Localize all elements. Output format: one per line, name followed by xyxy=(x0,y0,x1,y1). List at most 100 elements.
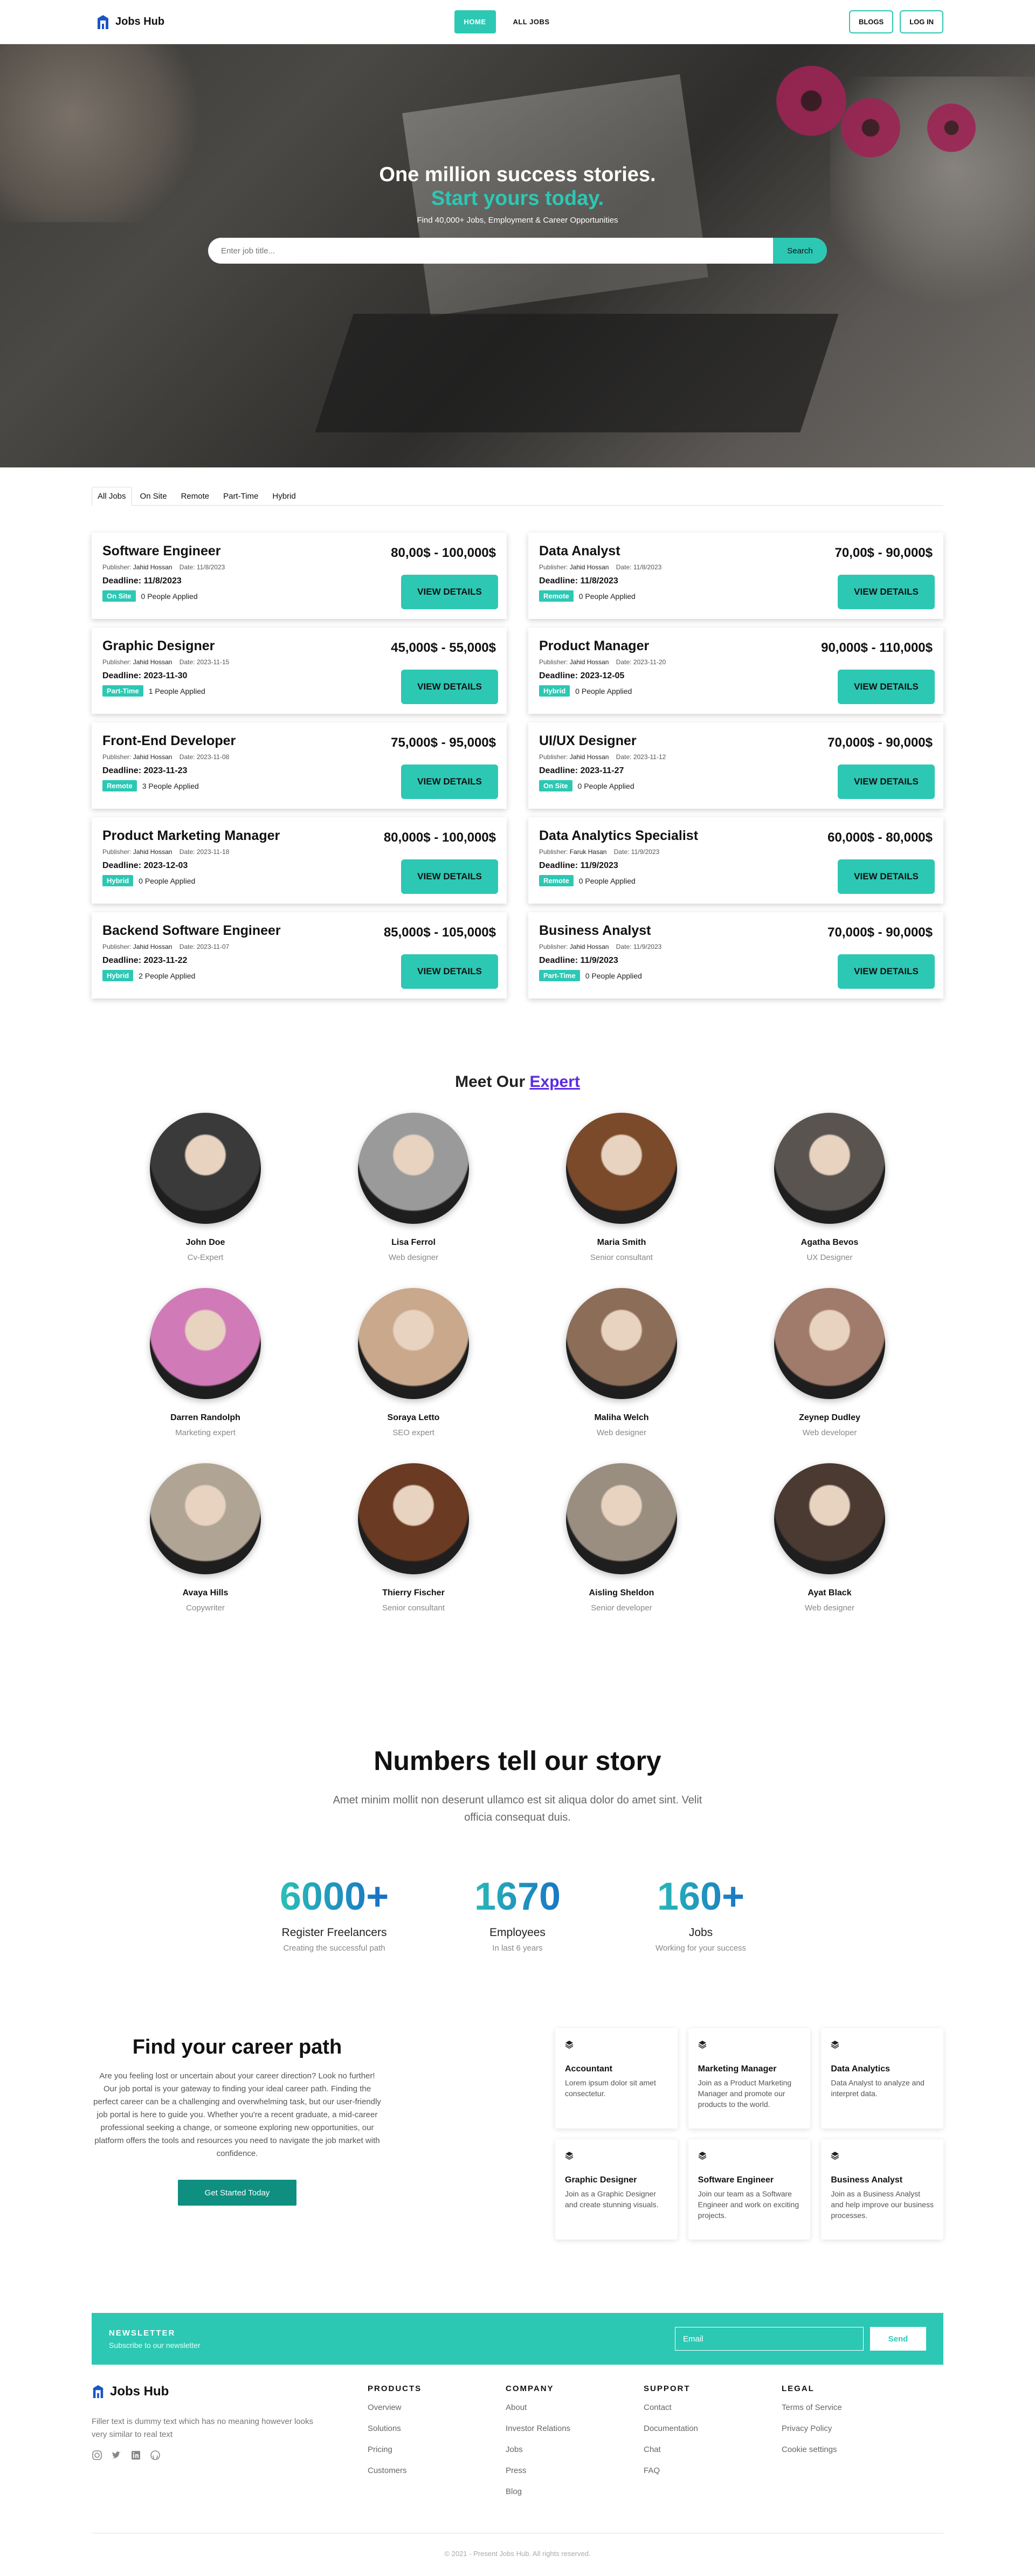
date-label: Date: xyxy=(616,943,632,950)
publisher-name: Jahid Hossan xyxy=(133,658,172,666)
footer-link[interactable]: Jobs xyxy=(506,2445,644,2454)
brand-logo[interactable]: Jobs Hub xyxy=(96,14,164,30)
salary-range: 80,00$ - 100,000$ xyxy=(391,546,496,560)
footer-link[interactable]: Cookie settings xyxy=(782,2445,920,2454)
experts-heading-prefix: Meet Our xyxy=(455,1073,526,1091)
nav-all-jobs-link[interactable]: ALL JOBS xyxy=(503,10,560,33)
expert-role: Senior developer xyxy=(591,1603,652,1613)
publisher-label: Publisher: xyxy=(102,658,132,666)
career-card-text: Join our team as a Software Engineer and… xyxy=(698,2189,799,2220)
footer-link[interactable]: Privacy Policy xyxy=(782,2424,920,2433)
publisher-name: Jahid Hossan xyxy=(133,753,172,761)
newsletter-email-input[interactable] xyxy=(675,2327,864,2351)
expert-avatar[interactable] xyxy=(774,1463,885,1574)
applied-number: 0 xyxy=(578,876,583,885)
footer-link[interactable]: Contact xyxy=(644,2403,782,2412)
job-card: Data Analyst Publisher: Jahid Hossan Date… xyxy=(528,533,943,619)
nav-home-link[interactable]: HOME xyxy=(454,10,496,33)
footer-link[interactable]: Press xyxy=(506,2466,644,2475)
job-type-badge: Hybrid xyxy=(102,875,134,886)
tab-remote[interactable]: Remote xyxy=(175,487,216,505)
publisher-name: Jahid Hossan xyxy=(569,943,609,950)
stat-sublabel: Working for your success xyxy=(655,1944,747,1953)
deadline-label: Deadline: xyxy=(539,766,578,775)
expert-avatar[interactable] xyxy=(774,1288,885,1399)
blogs-button[interactable]: BLOGS xyxy=(848,10,894,33)
github-icon[interactable] xyxy=(150,2450,161,2461)
expert-avatar[interactable] xyxy=(358,1113,469,1224)
view-details-button[interactable]: VIEW DETAILS xyxy=(401,954,498,989)
view-details-button[interactable]: VIEW DETAILS xyxy=(838,859,935,894)
expert-avatar[interactable] xyxy=(774,1113,885,1224)
footer-link[interactable]: Customers xyxy=(368,2466,506,2475)
career-card[interactable]: Marketing Manager Join as a Product Marke… xyxy=(688,2028,811,2129)
view-details-button[interactable]: VIEW DETAILS xyxy=(401,575,498,609)
date-label: Date: xyxy=(616,753,632,761)
instagram-icon[interactable] xyxy=(92,2450,102,2461)
expert-avatar[interactable] xyxy=(566,1113,677,1224)
expert-avatar[interactable] xyxy=(150,1463,261,1574)
applied-suffix: People Applied xyxy=(584,781,634,790)
career-card[interactable]: Graphic Designer Join as a Graphic Design… xyxy=(555,2139,678,2240)
footer-link[interactable]: About xyxy=(506,2403,644,2412)
footer-link[interactable]: Chat xyxy=(644,2445,782,2454)
publisher-label: Publisher: xyxy=(102,753,132,761)
job-card: Software Engineer Publisher: Jahid Hossan… xyxy=(92,533,507,619)
expert-card: Maria Smith Senior consultant xyxy=(518,1113,726,1262)
job-search-input[interactable] xyxy=(208,238,773,264)
tab-on-site[interactable]: On Site xyxy=(134,487,173,505)
twitter-icon[interactable] xyxy=(111,2450,122,2461)
publisher-label: Publisher: xyxy=(539,563,568,571)
search-button[interactable]: Search xyxy=(773,238,827,264)
career-card[interactable]: Accountant Lorem ipsum dolor sit amet con… xyxy=(555,2028,678,2129)
tab-hybrid[interactable]: Hybrid xyxy=(266,487,301,505)
expert-avatar[interactable] xyxy=(150,1113,261,1224)
get-started-button[interactable]: Get Started Today xyxy=(178,2180,296,2206)
salary-range: 60,000$ - 80,000$ xyxy=(827,830,933,845)
salary-range: 80,000$ - 100,000$ xyxy=(383,830,496,845)
applied-number: 1 xyxy=(148,686,153,695)
footer-link[interactable]: Terms of Service xyxy=(782,2403,920,2412)
tab-all-jobs[interactable]: All Jobs xyxy=(92,487,132,506)
footer-link[interactable]: Pricing xyxy=(368,2445,506,2454)
footer-link[interactable]: Overview xyxy=(368,2403,506,2412)
publisher-label: Publisher: xyxy=(539,658,568,666)
view-details-button[interactable]: VIEW DETAILS xyxy=(401,670,498,704)
date-label: Date: xyxy=(179,563,195,571)
tab-part-time[interactable]: Part-Time xyxy=(217,487,264,505)
footer-link[interactable]: Blog xyxy=(506,2487,644,2496)
salary-range: 75,000$ - 95,000$ xyxy=(391,735,496,750)
career-card[interactable]: Business Analyst Join as a Business Analy… xyxy=(821,2139,943,2240)
expert-name: Zeynep Dudley xyxy=(799,1413,860,1422)
expert-avatar[interactable] xyxy=(566,1288,677,1399)
footer-link[interactable]: Documentation xyxy=(644,2424,782,2433)
view-details-button[interactable]: VIEW DETAILS xyxy=(838,670,935,704)
footer-link[interactable]: Investor Relations xyxy=(506,2424,644,2433)
job-meta: Publisher: Jahid Hossan Date: 11/8/2023 xyxy=(102,563,496,571)
expert-card: Zeynep Dudley Web developer xyxy=(726,1288,934,1437)
view-details-button[interactable]: VIEW DETAILS xyxy=(401,764,498,799)
newsletter-send-button[interactable]: Send xyxy=(870,2327,926,2351)
experts-heading-link[interactable]: Expert xyxy=(530,1073,580,1091)
career-card[interactable]: Data Analytics Data Analyst to analyze an… xyxy=(821,2028,943,2129)
expert-avatar[interactable] xyxy=(358,1463,469,1574)
expert-avatar[interactable] xyxy=(566,1463,677,1574)
career-card[interactable]: Software Engineer Join our team as a Soft… xyxy=(688,2139,811,2240)
job-meta: Publisher: Jahid Hossan Date: 2023-11-20 xyxy=(539,658,933,666)
experts-grid: John Doe Cv-Expert Lisa Ferrol Web designer… xyxy=(101,1113,934,1613)
footer-link[interactable]: FAQ xyxy=(644,2466,782,2475)
footer-logo[interactable]: Jobs Hub xyxy=(92,2384,368,2399)
linkedin-icon[interactable] xyxy=(130,2450,141,2461)
view-details-button[interactable]: VIEW DETAILS xyxy=(838,954,935,989)
job-type-badge: Hybrid xyxy=(102,970,134,981)
login-button[interactable]: LOG IN xyxy=(900,10,943,33)
expert-avatar[interactable] xyxy=(150,1288,261,1399)
expert-avatar[interactable] xyxy=(358,1288,469,1399)
view-details-button[interactable]: VIEW DETAILS xyxy=(838,575,935,609)
copyright: © 2021 - Present Jobs Hub. All rights re… xyxy=(92,2533,943,2576)
deadline-value: 2023-11-22 xyxy=(143,956,188,965)
view-details-button[interactable]: VIEW DETAILS xyxy=(401,859,498,894)
view-details-button[interactable]: VIEW DETAILS xyxy=(838,764,935,799)
top-navbar: Jobs Hub HOME ALL JOBS BLOGS LOG IN xyxy=(0,0,1035,44)
footer-link[interactable]: Solutions xyxy=(368,2424,506,2433)
